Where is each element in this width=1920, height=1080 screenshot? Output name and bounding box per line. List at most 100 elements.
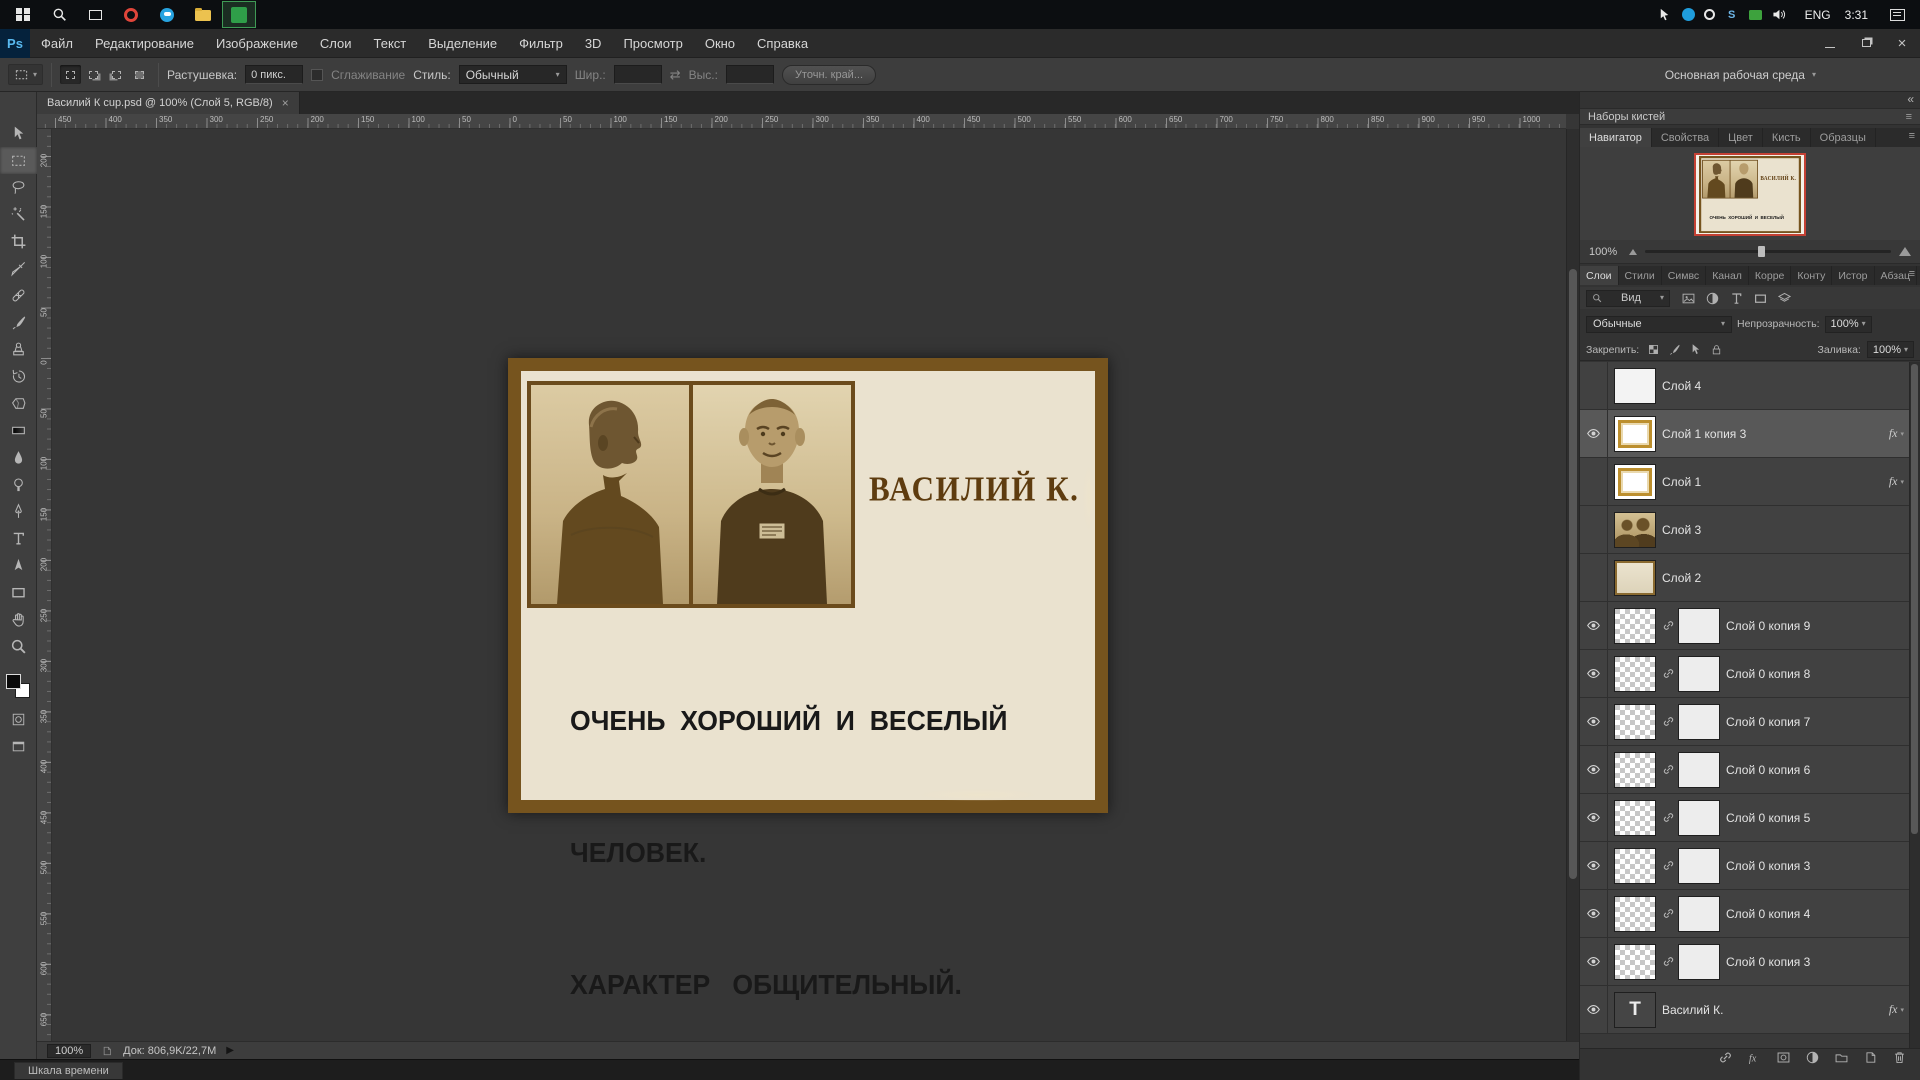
lock-all-icon[interactable] xyxy=(1708,342,1725,358)
clock[interactable]: 3:31 xyxy=(1845,8,1868,22)
tool-preset-picker[interactable]: ▾ xyxy=(8,64,43,85)
language-indicator[interactable]: ENG xyxy=(1805,8,1831,22)
menu-item[interactable]: Слои xyxy=(309,29,363,58)
layer-thumbnail[interactable]: T xyxy=(1615,705,1655,739)
scrollbar-thumb[interactable] xyxy=(1911,364,1918,834)
menu-item[interactable]: Просмотр xyxy=(612,29,693,58)
panel-tab[interactable]: Стили xyxy=(1619,266,1662,285)
layer-fx-badge[interactable]: fx▾ xyxy=(1889,474,1904,489)
layer-name[interactable]: Слой 1 xyxy=(1662,475,1889,489)
layer-row[interactable]: T Слой 3 fx▾ xyxy=(1580,506,1920,554)
layer-visibility-toggle[interactable] xyxy=(1580,938,1608,985)
filter-kind-select[interactable]: Вид ▾ xyxy=(1586,290,1670,307)
style-select[interactable]: Обычный▾ xyxy=(459,65,567,84)
close-button[interactable]: × xyxy=(1884,29,1920,58)
layer-name[interactable]: Слой 0 копия 4 xyxy=(1726,907,1920,921)
layer-visibility-toggle[interactable] xyxy=(1580,410,1608,457)
layer-row[interactable]: T Слой 1 копия 3 fx▾ xyxy=(1580,410,1920,458)
layer-name[interactable]: Василий К. xyxy=(1662,1003,1889,1017)
layer-visibility-toggle[interactable] xyxy=(1580,602,1608,649)
layer-name[interactable]: Слой 0 копия 9 xyxy=(1726,619,1920,633)
layer-row[interactable]: T Слой 2 fx▾ xyxy=(1580,554,1920,602)
panel-tab[interactable]: Цвет xyxy=(1719,128,1763,147)
selection-subtract-button[interactable] xyxy=(106,65,127,84)
canvas-area[interactable]: ВАСИЛИЙ К. ОЧЕНЬ ХОРОШИЙ И ВЕСЕЛЫЙ ЧЕЛОВ… xyxy=(37,129,1566,1041)
taskbar-app-messenger[interactable] xyxy=(150,1,184,28)
layer-mask-thumbnail[interactable] xyxy=(1679,849,1719,883)
menu-item[interactable]: Текст xyxy=(363,29,418,58)
scrollbar-thumb[interactable] xyxy=(1569,269,1577,879)
brush-presets-panel-header[interactable]: Наборы кистей ≡ xyxy=(1580,108,1920,125)
layer-mask-thumbnail[interactable] xyxy=(1679,705,1719,739)
layer-thumbnail[interactable]: T xyxy=(1615,945,1655,979)
panel-tab[interactable]: Корре xyxy=(1749,266,1791,285)
blend-mode-select[interactable]: Обычные▾ xyxy=(1586,316,1732,333)
selection-intersect-button[interactable] xyxy=(129,65,150,84)
type-tool[interactable] xyxy=(0,525,37,552)
layer-name[interactable]: Слой 3 xyxy=(1662,523,1920,537)
shape-tool[interactable] xyxy=(0,579,37,606)
eraser-tool[interactable] xyxy=(0,390,37,417)
tab-close-icon[interactable]: × xyxy=(282,96,289,110)
antialias-checkbox[interactable] xyxy=(311,69,323,81)
feather-input[interactable]: 0 пикс. xyxy=(245,65,303,84)
layer-visibility-toggle[interactable] xyxy=(1580,554,1608,601)
filter-shape-layers-icon[interactable] xyxy=(1751,290,1769,306)
quick-mask-button[interactable] xyxy=(0,706,37,733)
layer-visibility-toggle[interactable] xyxy=(1580,746,1608,793)
layer-name[interactable]: Слой 0 копия 6 xyxy=(1726,763,1920,777)
new-group-icon[interactable] xyxy=(1834,1050,1850,1066)
panel-tab[interactable]: Истор xyxy=(1832,266,1874,285)
layer-row[interactable]: T Слой 4 fx▾ xyxy=(1580,362,1920,410)
layer-thumbnail[interactable]: T xyxy=(1615,465,1655,499)
layer-row[interactable]: T Слой 0 копия 4 fx▾ xyxy=(1580,890,1920,938)
layer-visibility-toggle[interactable] xyxy=(1580,458,1608,505)
layer-mask-thumbnail[interactable] xyxy=(1679,753,1719,787)
gradient-tool[interactable] xyxy=(0,417,37,444)
clone-stamp-tool[interactable] xyxy=(0,336,37,363)
navigator-zoom-slider[interactable] xyxy=(1645,250,1891,253)
pen-tool[interactable] xyxy=(0,498,37,525)
layer-name[interactable]: Слой 1 копия 3 xyxy=(1662,427,1889,441)
collapse-panels-icon[interactable]: « xyxy=(1907,92,1914,108)
open-document[interactable]: ВАСИЛИЙ К. ОЧЕНЬ ХОРОШИЙ И ВЕСЕЛЫЙ ЧЕЛОВ… xyxy=(508,358,1108,813)
document-tab[interactable]: Василий К cup.psd @ 100% (Слой 5, RGB/8)… xyxy=(37,92,300,114)
taskbar-app-opera[interactable] xyxy=(114,1,148,28)
layer-row[interactable]: T Слой 0 копия 6 fx▾ xyxy=(1580,746,1920,794)
delete-layer-icon[interactable] xyxy=(1892,1050,1908,1066)
layer-visibility-toggle[interactable] xyxy=(1580,794,1608,841)
layer-visibility-toggle[interactable] xyxy=(1580,842,1608,889)
new-layer-icon[interactable] xyxy=(1863,1050,1879,1066)
menu-item[interactable]: Редактирование xyxy=(84,29,205,58)
lock-transparency-icon[interactable] xyxy=(1645,342,1662,358)
layers-scrollbar[interactable] xyxy=(1909,362,1920,1048)
path-selection-tool[interactable] xyxy=(0,552,37,579)
menu-item[interactable]: Окно xyxy=(694,29,746,58)
layer-row[interactable]: T Слой 0 копия 7 fx▾ xyxy=(1580,698,1920,746)
panel-menu-icon[interactable]: ≡ xyxy=(1909,130,1915,142)
panel-tab[interactable]: Навигатор xyxy=(1580,128,1652,147)
taskbar-app-photoshop[interactable] xyxy=(222,1,256,28)
navigator-preview[interactable]: ВАСИЛИЙ К. ОЧЕНЬ ХОРОШИЙ И ВЕСЕЛЫЙ ЧЕЛОВ… xyxy=(1694,153,1806,236)
layer-name[interactable]: Слой 0 копия 8 xyxy=(1726,667,1920,681)
layer-style-icon[interactable] xyxy=(1747,1050,1763,1066)
restore-button[interactable] xyxy=(1848,29,1884,58)
telegram-icon[interactable] xyxy=(1657,7,1673,23)
filter-smart-objects-icon[interactable] xyxy=(1775,290,1793,306)
panel-tab[interactable]: Конту xyxy=(1791,266,1832,285)
layer-thumbnail[interactable]: T xyxy=(1615,801,1655,835)
layer-visibility-toggle[interactable] xyxy=(1580,362,1608,409)
skype-icon[interactable]: S xyxy=(1724,7,1740,23)
panel-menu-icon[interactable]: ≡ xyxy=(1906,111,1912,123)
swap-dimensions-icon[interactable]: ⇄ xyxy=(670,67,681,83)
quick-selection-tool[interactable] xyxy=(0,201,37,228)
start-button[interactable] xyxy=(6,1,40,28)
messenger-tray-icon[interactable] xyxy=(1682,8,1695,21)
menu-item[interactable]: Фильтр xyxy=(508,29,574,58)
layer-mask-thumbnail[interactable] xyxy=(1679,657,1719,691)
layer-fx-badge[interactable]: fx▾ xyxy=(1889,1002,1904,1017)
height-input[interactable] xyxy=(726,65,774,84)
layer-thumbnail[interactable]: T xyxy=(1615,369,1655,403)
layer-row[interactable]: T Слой 0 копия 3 fx▾ xyxy=(1580,842,1920,890)
layer-thumbnail[interactable]: T xyxy=(1615,897,1655,931)
